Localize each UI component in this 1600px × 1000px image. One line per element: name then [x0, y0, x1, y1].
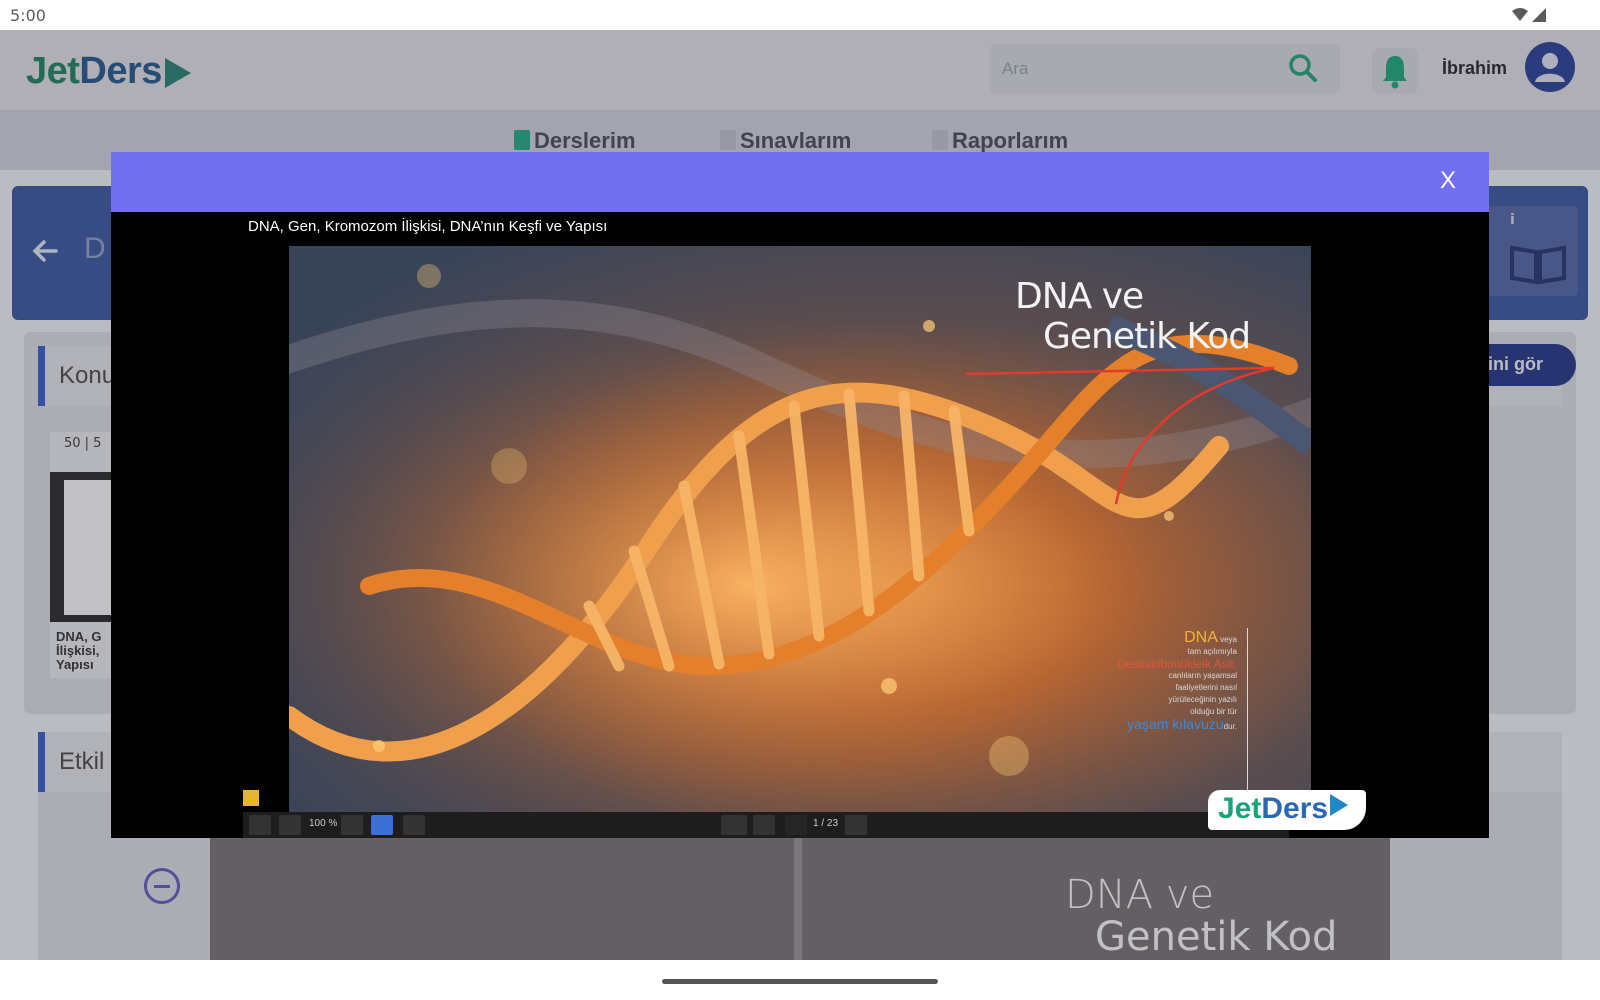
bookmark-icon[interactable] [243, 790, 259, 806]
badge-jet-text: Jet [1218, 792, 1262, 825]
divider [1247, 628, 1248, 804]
note-yasam: yaşam kılavuzu [1127, 716, 1224, 732]
pen-icon[interactable] [371, 815, 393, 835]
page-indicator: 1 / 23 [813, 818, 839, 829]
document-title: DNA, Gen, Kromozom İlişkisi, DNA’nın Keş… [248, 218, 608, 235]
next-page-icon[interactable] [845, 815, 867, 835]
slide-page: DNA ve Genetik Kod DNA veya tam açılımıy… [289, 246, 1311, 812]
note-line: canlıların yaşamsal [1168, 671, 1237, 680]
zoom-level: 100 % [309, 818, 338, 829]
hand-icon[interactable] [403, 815, 425, 835]
note-dur: dur. [1223, 722, 1237, 731]
jetders-badge: JetDers [1208, 790, 1366, 830]
fit-page-icon[interactable] [249, 815, 271, 835]
slide-title-line2: Genetik Kod [1043, 316, 1251, 357]
prev-page-icon[interactable] [785, 815, 807, 835]
add-icon[interactable] [753, 815, 775, 835]
zoom-in-icon[interactable] [341, 815, 363, 835]
note-line: yürüteceğinin yazılı [1168, 695, 1237, 704]
play-icon [1330, 794, 1349, 816]
presentation-icon[interactable] [721, 815, 747, 835]
close-button[interactable]: X [1431, 164, 1465, 198]
document-modal: X DNA, Gen, Kromozom İlişkisi, DNA’nın K… [111, 152, 1489, 838]
note-deoksiribonukleik: Deoksiribonükleik Asit, [1116, 657, 1237, 671]
system-nav-bar [0, 960, 1600, 1000]
signal-icon [1510, 7, 1550, 27]
slide-note: DNA veya tam açılımıyla Deoksiribonüklei… [1079, 629, 1237, 733]
zoom-out-icon[interactable] [279, 815, 301, 835]
status-bar: 5:00 [0, 0, 1600, 30]
badge-ders-text: Ders [1261, 792, 1329, 825]
modal-header: X [111, 152, 1489, 212]
slide-title-line1: DNA ve [1015, 276, 1144, 317]
home-indicator[interactable] [662, 979, 938, 984]
note-dna: DNA [1184, 629, 1218, 646]
note-line: faaliyetlerini nasıl [1175, 683, 1237, 692]
viewer-toolbar: 100 % 1 / 23 [243, 812, 1289, 838]
note-veya: veya [1220, 635, 1237, 644]
status-time: 5:00 [10, 6, 46, 25]
